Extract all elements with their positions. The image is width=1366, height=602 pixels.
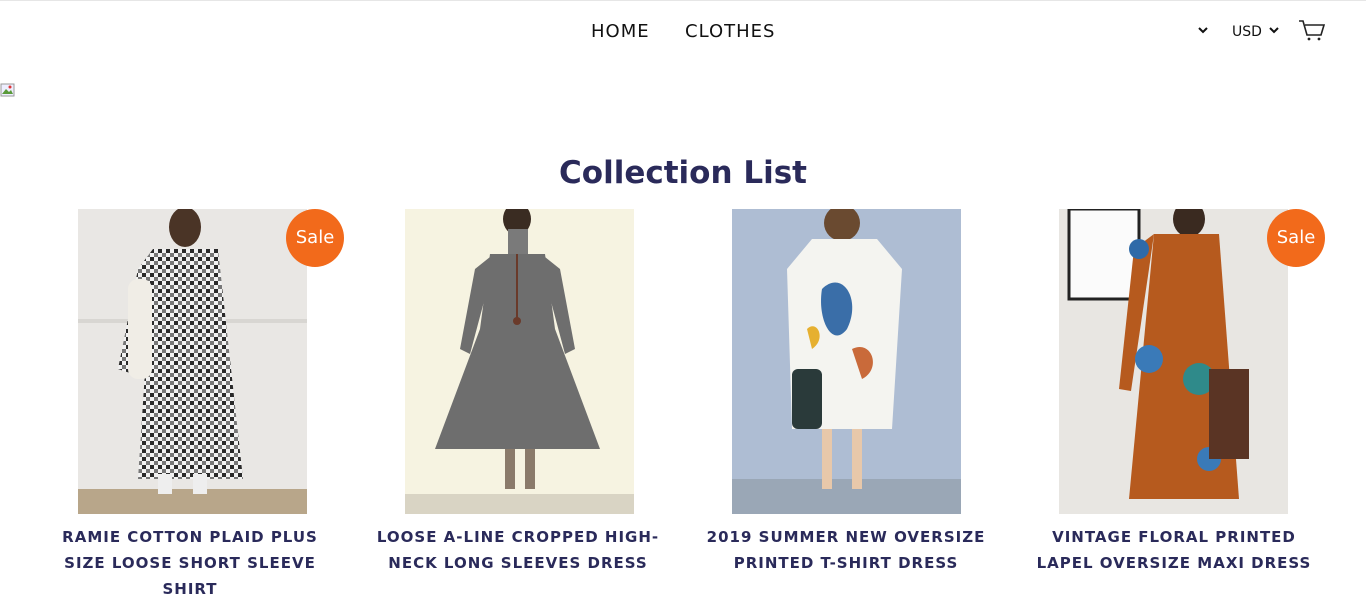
product-card[interactable]: 2019 SUMMER NEW OVERSIZE PRINTED T-SHIRT… xyxy=(696,209,996,578)
product-name[interactable]: 2019 SUMMER NEW OVERSIZE PRINTED T-SHIRT… xyxy=(696,524,996,576)
product-image[interactable] xyxy=(405,209,634,514)
main-nav: HOME CLOTHES xyxy=(0,18,1366,48)
product-name[interactable]: RAMIE COTTON PLAID PLUS SIZE LOOSE SHORT… xyxy=(40,524,340,602)
chevron-down-icon[interactable] xyxy=(1267,22,1281,38)
nav-home[interactable]: HOME xyxy=(591,18,650,46)
product-card[interactable]: Sale RAMIE COTTON PLAID PLUS SIZE LOOSE … xyxy=(40,209,344,598)
product-name[interactable]: VINTAGE FLORAL PRINTED LAPEL OVERSIZE MA… xyxy=(1024,524,1324,576)
currency-selector[interactable]: USD xyxy=(1232,22,1262,42)
product-image[interactable] xyxy=(78,209,307,514)
top-border xyxy=(0,0,1366,1)
nav-clothes[interactable]: CLOTHES xyxy=(685,18,775,46)
sale-badge: Sale xyxy=(286,209,344,267)
chevron-down-icon[interactable] xyxy=(1196,22,1210,38)
product-card[interactable]: Sale VINTAGE FLORAL PRINTED LAPEL OVERSI… xyxy=(1024,209,1325,578)
product-name[interactable]: LOOSE A-LINE CROPPED HIGH-NECK LONG SLEE… xyxy=(368,524,668,576)
cart-icon[interactable] xyxy=(1298,18,1326,42)
product-card[interactable]: LOOSE A-LINE CROPPED HIGH-NECK LONG SLEE… xyxy=(368,209,668,578)
broken-image-icon xyxy=(0,83,15,97)
product-image[interactable] xyxy=(1059,209,1288,514)
section-title: Collection List xyxy=(559,154,807,191)
sale-badge: Sale xyxy=(1267,209,1325,267)
product-image[interactable] xyxy=(732,209,961,514)
